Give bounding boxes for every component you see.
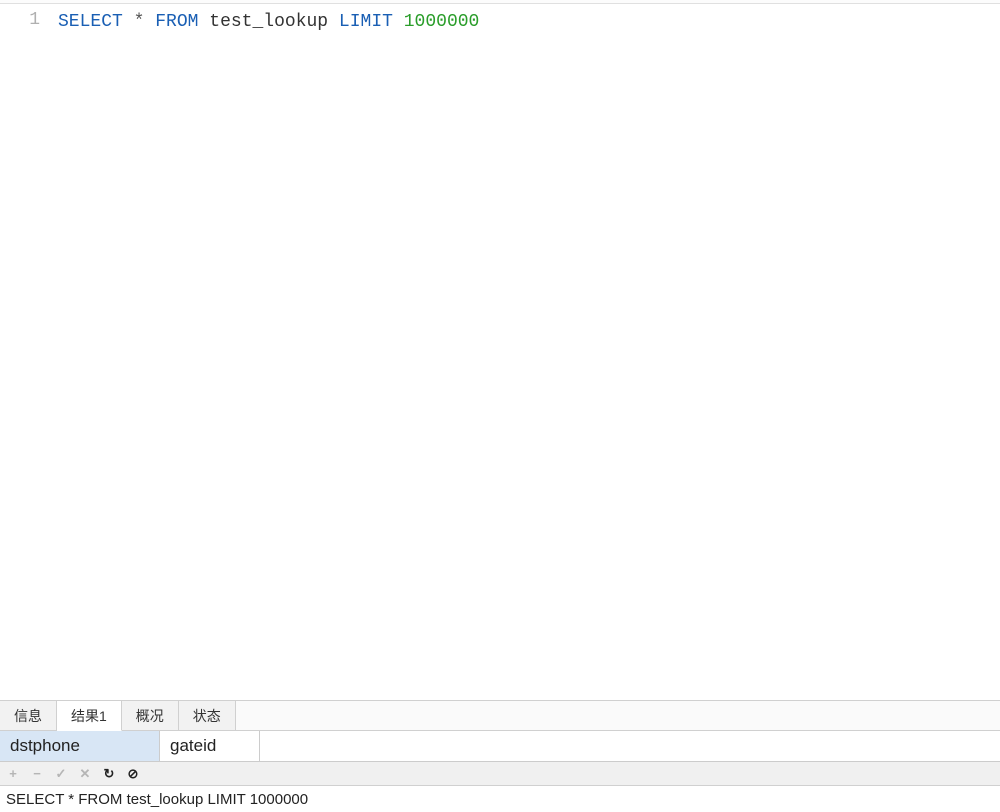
stop-icon[interactable]: ⊘ bbox=[126, 767, 140, 781]
column-name: dstphone bbox=[10, 736, 80, 756]
line-gutter: 1 bbox=[0, 4, 50, 700]
tab-label: 结果1 bbox=[71, 706, 107, 726]
refresh-icon[interactable]: ↻ bbox=[102, 767, 116, 781]
line-number: 1 bbox=[0, 10, 40, 30]
sql-editor[interactable]: 1 SELECT * FROM test_lookup LIMIT 100000… bbox=[0, 4, 1000, 701]
check-icon[interactable]: ✓ bbox=[54, 767, 68, 781]
column-header-gateid[interactable]: gateid bbox=[160, 731, 260, 761]
tab-profile[interactable]: 概况 bbox=[122, 701, 179, 730]
keyword-limit: LIMIT bbox=[339, 12, 393, 32]
column-name: gateid bbox=[170, 736, 216, 756]
plus-icon[interactable]: + bbox=[6, 767, 20, 781]
tab-label: 状态 bbox=[193, 706, 221, 726]
token-number: 1000000 bbox=[404, 12, 480, 32]
tab-status[interactable]: 状态 bbox=[179, 701, 236, 730]
keyword-select: SELECT bbox=[58, 12, 123, 32]
column-header-dstphone[interactable]: dstphone bbox=[0, 731, 160, 761]
tab-label: 信息 bbox=[14, 706, 42, 726]
token-star: * bbox=[134, 12, 145, 32]
status-bar: SELECT * FROM test_lookup LIMIT 1000000 bbox=[0, 786, 1000, 812]
result-toolbar: + − ✓ ✕ ↻ ⊘ bbox=[0, 762, 1000, 786]
tab-info[interactable]: 信息 bbox=[0, 701, 57, 730]
code-content[interactable]: SELECT * FROM test_lookup LIMIT 1000000 bbox=[50, 4, 1000, 700]
result-table-header: dstphone gateid bbox=[0, 731, 1000, 762]
tab-result1[interactable]: 结果1 bbox=[57, 701, 122, 731]
cross-icon[interactable]: ✕ bbox=[78, 767, 92, 781]
result-tabs: 信息 结果1 概况 状态 bbox=[0, 701, 1000, 731]
token-table: test_lookup bbox=[209, 12, 328, 32]
keyword-from: FROM bbox=[155, 12, 198, 32]
tab-label: 概况 bbox=[136, 706, 164, 726]
minus-icon[interactable]: − bbox=[30, 767, 44, 781]
status-text: SELECT * FROM test_lookup LIMIT 1000000 bbox=[6, 791, 308, 808]
